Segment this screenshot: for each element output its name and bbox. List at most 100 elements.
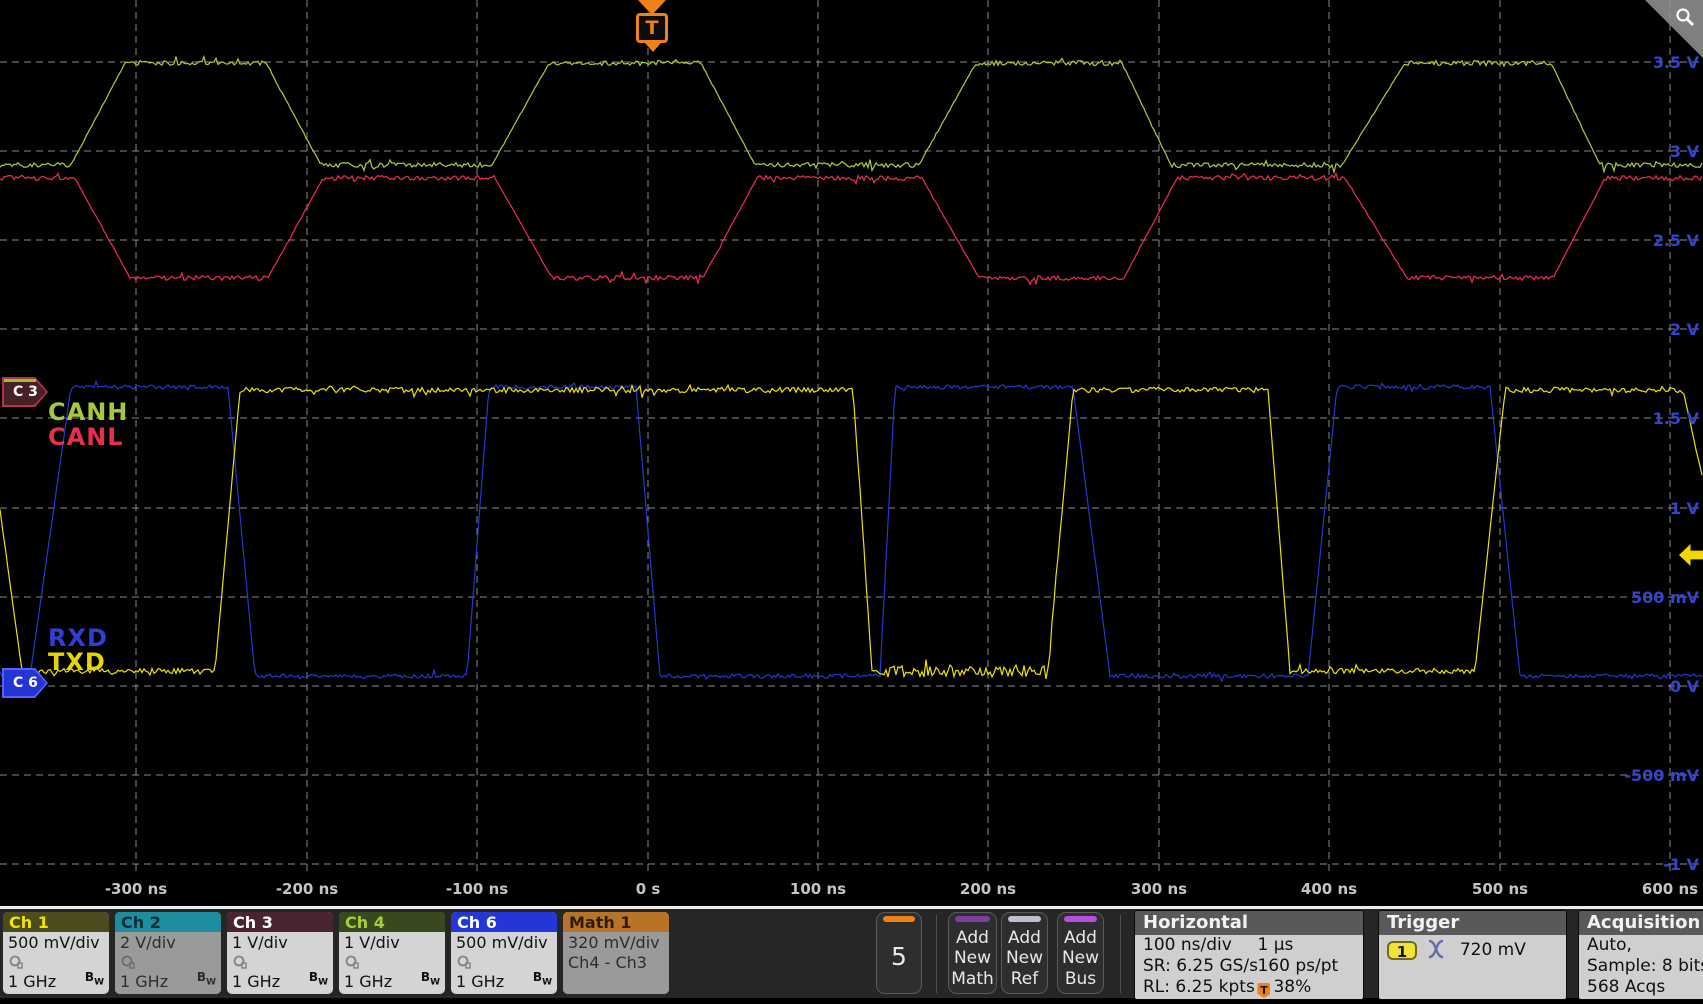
volt-axis-label: 2 V [1670,320,1700,339]
bandwidth-limit-icon: BW [421,967,440,992]
channel-scale: 500 mV/div [8,933,104,953]
bandwidth-limit-icon: BW [533,967,552,992]
horizontal-panel-title: Horizontal [1135,911,1363,935]
button-label: AddNewRef [1002,928,1047,989]
bandwidth-limit-icon: BW [197,967,216,992]
volt-axis-label: 500 mV [1631,588,1700,607]
trigger-t-icon: T [636,13,668,43]
time-axis-label: 300 ns [1131,880,1187,898]
channel-badge-math1[interactable]: Math 1320 mV/divCh4 - Ch3 [563,912,669,994]
acquisition-mode: Auto, [1587,935,1632,956]
horizontal-value-left: 100 ns/div [1143,935,1232,956]
math-expression: Ch4 - Ch3 [568,953,664,973]
volt-axis-label: 3 V [1670,142,1700,161]
trigger-level-value: 720 mV [1460,940,1526,960]
horizontal-row: 100 ns/div 1 µs [1143,935,1355,956]
channel-badge-ch4[interactable]: Ch 41 V/div 1 GHz BW [339,912,445,994]
time-axis-label: -200 ns [276,880,338,898]
channel-badge-title: Ch 2 [115,912,221,932]
magnifier-icon [1674,6,1696,28]
channel-badge-ch3[interactable]: Ch 31 V/div1 GHzBW [227,912,333,994]
trigger-slope-icon [1426,938,1450,960]
time-axis-label: 400 ns [1301,880,1357,898]
channel-badge-body: 2 V/div 1 GHz BW [115,932,221,994]
trigger-panel[interactable]: Trigger 1 720 mV [1378,910,1567,1000]
channel-badge-title: Ch 1 [3,912,109,932]
channel-bandwidth: 1 GHz [456,972,504,992]
channel-scale: 320 mV/div [568,933,664,953]
channel-badge-title: Math 1 [563,912,669,932]
slot5-accent [883,916,915,922]
volt-axis-label: 0 V [1670,677,1700,696]
horizontal-value-right: 1 µs [1257,935,1293,956]
txd-label: TXD [48,650,106,674]
acquisition-panel[interactable]: Acquisition Auto, Ana Sample: 8 bits 568… [1578,910,1703,1000]
trace-txd [0,385,1702,679]
waveform-slot-5-button[interactable]: 5 [876,912,922,994]
trigger-pointer-icon [645,43,661,52]
channel-badge-body: 320 mV/divCh4 - Ch3 [563,932,669,994]
trigger-source-badge: 1 [1387,941,1417,960]
channel-badge-ch2[interactable]: Ch 22 V/div 1 GHz BW [115,912,221,994]
channel-badge-title: Ch 4 [339,912,445,932]
trigger-position-marker[interactable]: T [630,0,674,58]
horizontal-row: RL: 6.25 kptsT38% [1143,977,1355,998]
channel-badge-title: Ch 6 [451,912,557,932]
add-new-ref-button[interactable]: AddNewRef [1001,912,1048,994]
time-axis-label: -300 ns [105,880,167,898]
horizontal-value-left: SR: 6.25 GS/s [1143,956,1258,977]
channel-badges: Ch 1500 mV/div1 GHzBWCh 22 V/div1 GHzBWC… [3,912,669,994]
horizontal-row: SR: 6.25 GS/s160 ps/pt [1143,956,1355,977]
add-new-math-button[interactable]: AddNewMath [948,912,997,994]
time-axis-label: 200 ns [960,880,1016,898]
channel-badge-title: Ch 3 [227,912,333,932]
channel-badge-body: 500 mV/div1 GHzBW [3,932,109,994]
channel-scale: 1 V/div [232,933,328,953]
channel-bandwidth: 1 GHz [232,972,280,992]
channel6-position-flag[interactable]: C 6 [2,668,48,698]
horizontal-panel[interactable]: Horizontal 100 ns/div 1 µsSR: 6.25 GS/s16… [1134,910,1364,1000]
acquisition-count: 568 Acqs [1587,977,1703,998]
bar-separator [1120,915,1121,993]
channel-scale: 500 mV/div [456,933,552,953]
time-axis-label: 0 s [636,880,661,898]
trace-canh [0,57,1702,173]
volt-axis-label: 2.5 V [1653,231,1700,250]
button-accent [1064,916,1097,922]
acquisition-sample: Sample: 8 bits [1587,956,1703,977]
acquisition-panel-title: Acquisition [1579,911,1703,935]
waveform-display[interactable]: -300 ns -200 ns -100 ns 0 s 100 ns 200 ns 300 … [0,0,1703,906]
button-label: AddNewMath [949,928,996,989]
trace-rxd [0,382,1702,682]
rxd-label: RXD [48,626,108,650]
channel-scale: 1 V/div [344,933,440,953]
channel-bandwidth: 1 GHz [120,972,168,992]
bandwidth-limit-icon: BW [85,967,104,992]
volt-axis-label: 1.5 V [1653,409,1700,428]
channel-badge-body: 500 mV/div 1 GHz BW [451,932,557,994]
button-accent [1008,916,1041,922]
volt-axis-label: -1 V [1663,855,1699,874]
time-axis-label: 100 ns [790,880,846,898]
button-accent [955,916,990,922]
time-axis-label: -100 ns [446,880,508,898]
canl-label: CANL [48,425,124,449]
channel-badge-ch1[interactable]: Ch 1500 mV/div1 GHzBW [3,912,109,994]
add-new-bus-button[interactable]: AddNewBus [1057,912,1104,994]
channel-bandwidth: 1 GHz [344,972,392,992]
volt-axis-label: 1 V [1670,499,1700,518]
settings-bar: Ch 1500 mV/div1 GHzBWCh 22 V/div1 GHzBWC… [0,909,1703,1004]
time-axis-label: 600 ns [1642,880,1698,898]
channel-scale: 2 V/div [120,933,216,953]
channel3-position-flag[interactable]: C 3 [2,377,48,407]
trace-canl [0,174,1702,285]
channel-badge-body: 1 V/div1 GHzBW [227,932,333,994]
horizontal-value-left: RL: 6.25 kpts [1143,977,1255,998]
trigger-panel-title: Trigger [1379,911,1566,935]
graticule-and-traces: -300 ns -200 ns -100 ns 0 s 100 ns 200 ns 300 … [0,0,1703,906]
channel-badge-ch6[interactable]: Ch 6500 mV/div 1 GHz BW [451,912,557,994]
canh-label: CANH [48,400,128,424]
channel-badge-body: 1 V/div 1 GHz BW [339,932,445,994]
oscilloscope-screen: -300 ns -200 ns -100 ns 0 s 100 ns 200 ns 300 … [0,0,1703,1004]
volt-axis-label: -500 mV [1624,766,1699,785]
